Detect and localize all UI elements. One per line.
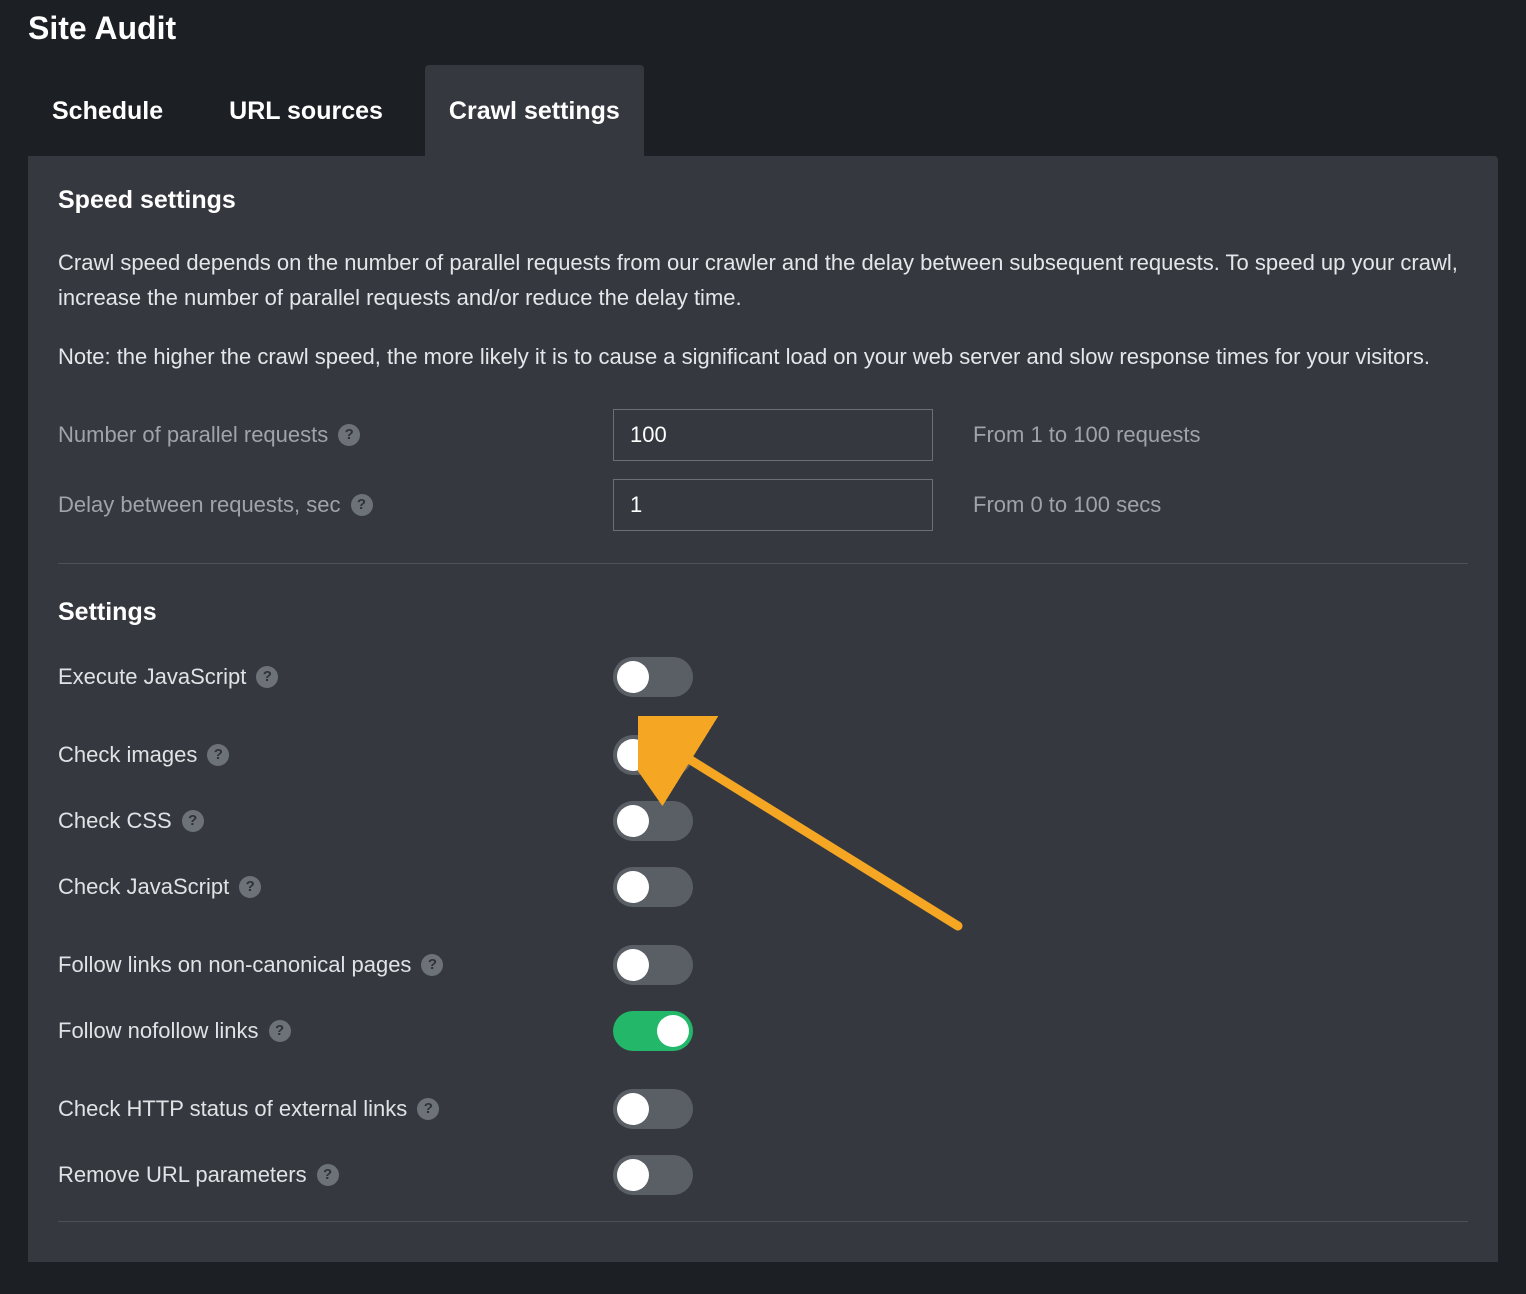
- help-icon[interactable]: ?: [239, 876, 261, 898]
- check-http-external-row: Check HTTP status of external links ?: [58, 1089, 1468, 1129]
- delay-requests-input[interactable]: [613, 479, 933, 531]
- remove-url-params-toggle[interactable]: [613, 1155, 693, 1195]
- label-text: Follow links on non-canonical pages: [58, 952, 411, 978]
- check-css-row: Check CSS ?: [58, 801, 1468, 841]
- parallel-requests-input[interactable]: [613, 409, 933, 461]
- follow-nofollow-label: Follow nofollow links ?: [58, 1018, 613, 1044]
- check-http-external-label: Check HTTP status of external links ?: [58, 1096, 613, 1122]
- speed-description-2: Note: the higher the crawl speed, the mo…: [58, 339, 1468, 374]
- check-images-toggle[interactable]: [613, 735, 693, 775]
- settings-title: Settings: [58, 598, 1468, 627]
- help-icon[interactable]: ?: [338, 424, 360, 446]
- label-text: Check HTTP status of external links: [58, 1096, 407, 1122]
- check-js-row: Check JavaScript ?: [58, 867, 1468, 907]
- check-http-external-toggle[interactable]: [613, 1089, 693, 1129]
- tab-url-sources[interactable]: URL sources: [205, 65, 407, 156]
- label-text: Number of parallel requests: [58, 422, 328, 448]
- section-divider-2: [58, 1221, 1468, 1222]
- help-icon[interactable]: ?: [317, 1164, 339, 1186]
- help-icon[interactable]: ?: [207, 744, 229, 766]
- follow-nofollow-toggle[interactable]: [613, 1011, 693, 1051]
- speed-description-1: Crawl speed depends on the number of par…: [58, 245, 1468, 315]
- parallel-requests-hint: From 1 to 100 requests: [973, 422, 1200, 448]
- label-text: Check images: [58, 742, 197, 768]
- check-js-label: Check JavaScript ?: [58, 874, 613, 900]
- check-images-label: Check images ?: [58, 742, 613, 768]
- help-icon[interactable]: ?: [182, 810, 204, 832]
- label-text: Follow nofollow links: [58, 1018, 259, 1044]
- tab-crawl-settings[interactable]: Crawl settings: [425, 65, 644, 156]
- execute-js-row: Execute JavaScript ?: [58, 657, 1468, 697]
- check-images-row: Check images ?: [58, 735, 1468, 775]
- tab-schedule[interactable]: Schedule: [28, 65, 187, 156]
- help-icon[interactable]: ?: [421, 954, 443, 976]
- label-text: Execute JavaScript: [58, 664, 246, 690]
- remove-url-params-row: Remove URL parameters ?: [58, 1155, 1468, 1195]
- delay-requests-hint: From 0 to 100 secs: [973, 492, 1161, 518]
- execute-js-label: Execute JavaScript ?: [58, 664, 613, 690]
- help-icon[interactable]: ?: [269, 1020, 291, 1042]
- section-divider: [58, 563, 1468, 564]
- remove-url-params-label: Remove URL parameters ?: [58, 1162, 613, 1188]
- check-js-toggle[interactable]: [613, 867, 693, 907]
- follow-noncanonical-toggle[interactable]: [613, 945, 693, 985]
- delay-requests-row: Delay between requests, sec ? From 0 to …: [58, 479, 1468, 531]
- help-icon[interactable]: ?: [351, 494, 373, 516]
- crawl-settings-panel: Speed settings Crawl speed depends on th…: [28, 156, 1498, 1262]
- label-text: Check CSS: [58, 808, 172, 834]
- parallel-requests-label: Number of parallel requests ?: [58, 422, 613, 448]
- speed-settings-title: Speed settings: [58, 186, 1468, 215]
- delay-requests-label: Delay between requests, sec ?: [58, 492, 613, 518]
- label-text: Delay between requests, sec: [58, 492, 341, 518]
- check-css-toggle[interactable]: [613, 801, 693, 841]
- parallel-requests-row: Number of parallel requests ? From 1 to …: [58, 409, 1468, 461]
- follow-noncanonical-label: Follow links on non-canonical pages ?: [58, 952, 613, 978]
- tabs: Schedule URL sources Crawl settings: [0, 65, 1526, 156]
- follow-nofollow-row: Follow nofollow links ?: [58, 1011, 1468, 1051]
- label-text: Remove URL parameters: [58, 1162, 307, 1188]
- page-title: Site Audit: [0, 0, 1526, 65]
- follow-noncanonical-row: Follow links on non-canonical pages ?: [58, 945, 1468, 985]
- execute-js-toggle[interactable]: [613, 657, 693, 697]
- check-css-label: Check CSS ?: [58, 808, 613, 834]
- help-icon[interactable]: ?: [417, 1098, 439, 1120]
- help-icon[interactable]: ?: [256, 666, 278, 688]
- label-text: Check JavaScript: [58, 874, 229, 900]
